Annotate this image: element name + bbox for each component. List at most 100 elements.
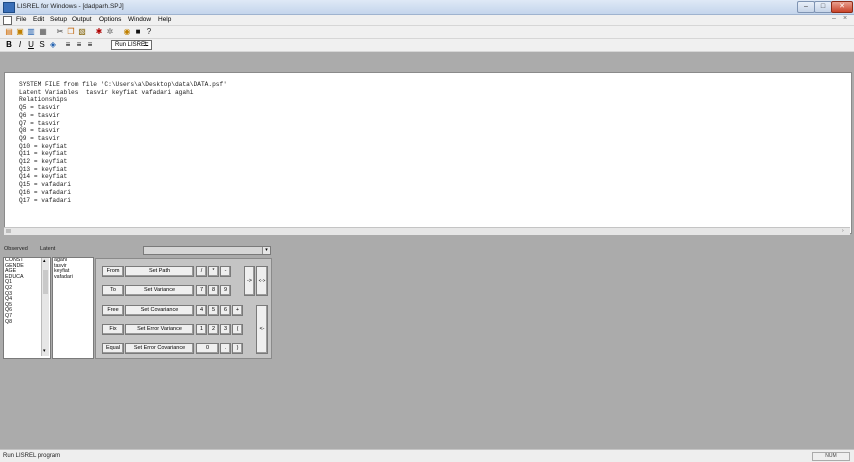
standard-toolbar: ▤ ▣ ▥ ▦ ✂ ❐ ▧ ✱ ✲ ◉ ■ ? (0, 26, 854, 39)
list-item[interactable]: vafadari (53, 274, 93, 281)
scroll-down-arrow-icon[interactable]: ▾ (43, 348, 46, 354)
align-center-icon[interactable]: ≡ (74, 40, 84, 50)
free-button[interactable]: Free (102, 305, 124, 316)
document-icon[interactable] (3, 16, 12, 25)
open-file-icon[interactable]: ▣ (15, 27, 25, 37)
equals-button[interactable]: = (141, 40, 151, 49)
observed-list-scrollbar[interactable]: ▴ ▾ (41, 258, 49, 356)
syntax-line: Q11 = keyfiat (19, 150, 68, 158)
key-3-button[interactable]: 3 (220, 324, 231, 335)
syntax-line: Q12 = keyfiat (19, 158, 68, 166)
set-variance-button[interactable]: Set Variance (125, 285, 194, 296)
menu-edit[interactable]: Edit (33, 16, 44, 23)
variable-combo[interactable]: ▾ (143, 246, 271, 255)
editor-horizontal-scrollbar[interactable]: › (4, 227, 850, 235)
num-lock-indicator: NUM (812, 452, 850, 461)
syntax-line: Q14 = keyfiat (19, 173, 68, 181)
status-bar: Run LISREL program NUM (0, 449, 854, 462)
new-file-icon[interactable]: ▤ (4, 27, 14, 37)
close-button[interactable]: ✕ (831, 1, 853, 13)
mdi-close-icon[interactable]: × (843, 15, 847, 22)
data-icon[interactable]: ◉ (122, 27, 132, 37)
key-6-button[interactable]: 6 (220, 305, 231, 316)
help-icon[interactable]: ? (144, 27, 154, 37)
syntax-line: Relationships (19, 96, 68, 104)
set-path-button[interactable]: Set Path (125, 266, 194, 277)
italic-icon[interactable]: I (15, 40, 25, 50)
syntax-editor[interactable]: SYSTEM FILE from file 'C:\Users\a\Deskto… (4, 72, 852, 234)
scroll-left-arrow-icon[interactable] (6, 229, 11, 233)
menu-output[interactable]: Output (72, 16, 92, 23)
scroll-up-arrow-icon[interactable]: ▴ (43, 258, 46, 264)
align-left-icon[interactable]: ≡ (63, 40, 73, 50)
latent-variables-list[interactable]: agahi tasvir keyfiat vafadari (52, 257, 94, 359)
save-icon[interactable]: ▥ (26, 27, 36, 37)
strikethrough-icon[interactable]: S (37, 40, 47, 50)
run-icon[interactable]: ■ (133, 27, 143, 37)
path-diagram-icon[interactable]: ✱ (94, 27, 104, 37)
window-title: LISREL for Windows - [dadparh.SPJ] (17, 3, 124, 10)
multiply-button[interactable]: * (208, 266, 219, 277)
syntax-line: Q10 = keyfiat (19, 142, 68, 150)
font-color-icon[interactable]: ◈ (48, 40, 58, 50)
set-covariance-button[interactable]: Set Covariance (125, 305, 194, 316)
syntax-lines: SYSTEM FILE from file 'C:\Users\a\Deskto… (19, 81, 227, 204)
syntax-line: Q17 = vafadari (19, 196, 71, 204)
arrow-right-button[interactable]: -> (244, 266, 255, 296)
syntax-line: Q8 = tasvir (19, 127, 60, 135)
tab-observed[interactable]: Observed (4, 246, 28, 252)
graph-icon[interactable]: ✲ (105, 27, 115, 37)
syntax-line: SYSTEM FILE from file 'C:\Users\a\Deskto… (19, 81, 227, 88)
format-toolbar: B I U S ◈ ≡ ≡ ≡ Run LISREL = (0, 39, 854, 52)
set-error-variance-button[interactable]: Set Error Variance (125, 324, 194, 335)
key-9-button[interactable]: 9 (220, 285, 231, 296)
to-button[interactable]: To (102, 285, 124, 296)
lisrel-app-icon[interactable] (3, 2, 15, 13)
arrow-both-button[interactable]: <-> (256, 266, 268, 296)
syntax-line: Q13 = keyfiat (19, 165, 68, 173)
arrow-left-button[interactable]: <- (256, 305, 268, 354)
cut-icon[interactable]: ✂ (55, 27, 65, 37)
menu-window[interactable]: Window (128, 16, 151, 23)
syntax-line: Q6 = tasvir (19, 111, 60, 119)
key-2-button[interactable]: 2 (208, 324, 219, 335)
scroll-thumb[interactable] (43, 270, 48, 294)
key-5-button[interactable]: 5 (208, 305, 219, 316)
plus-button[interactable]: + (232, 305, 243, 316)
menu-help[interactable]: Help (158, 16, 171, 23)
underline-icon[interactable]: U (26, 40, 36, 50)
menu-options[interactable]: Options (99, 16, 121, 23)
maximize-button[interactable]: □ (814, 1, 832, 13)
chevron-down-icon[interactable]: ▾ (262, 247, 270, 254)
status-text: Run LISREL program (3, 453, 61, 459)
set-error-covariance-button[interactable]: Set Error Covariance (125, 343, 194, 354)
menu-setup[interactable]: Setup (50, 16, 67, 23)
paste-icon[interactable]: ▧ (77, 27, 87, 37)
key-0-button[interactable]: 0 (196, 343, 219, 354)
tab-latent[interactable]: Latent (40, 246, 55, 252)
dot-button[interactable]: . (220, 343, 231, 354)
divide-button[interactable]: / (196, 266, 207, 277)
print-icon[interactable]: ▦ (38, 27, 48, 37)
scroll-right-arrow-icon[interactable]: › (842, 228, 844, 234)
open-paren-button[interactable]: ( (232, 324, 243, 335)
key-8-button[interactable]: 8 (208, 285, 219, 296)
minus-button[interactable]: - (220, 266, 231, 277)
close-paren-button[interactable]: ) (232, 343, 243, 354)
mdi-minimize-icon[interactable]: – (832, 15, 836, 22)
from-button[interactable]: From (102, 266, 124, 277)
syntax-line: Q7 = tasvir (19, 119, 60, 127)
key-7-button[interactable]: 7 (196, 285, 207, 296)
menu-file[interactable]: File (16, 16, 26, 23)
fix-button[interactable]: Fix (102, 324, 124, 335)
align-right-icon[interactable]: ≡ (85, 40, 95, 50)
equal-button[interactable]: Equal (102, 343, 124, 354)
title-bar: LISREL for Windows - [dadparh.SPJ] – □ ✕ (0, 0, 854, 15)
syntax-line: Latent Variables tasvir keyfiat vafadari… (19, 88, 194, 96)
key-1-button[interactable]: 1 (196, 324, 207, 335)
bold-icon[interactable]: B (4, 40, 14, 50)
syntax-line: Q9 = tasvir (19, 134, 60, 142)
key-4-button[interactable]: 4 (196, 305, 207, 316)
minimize-button[interactable]: – (797, 1, 815, 13)
copy-icon[interactable]: ❐ (66, 27, 76, 37)
